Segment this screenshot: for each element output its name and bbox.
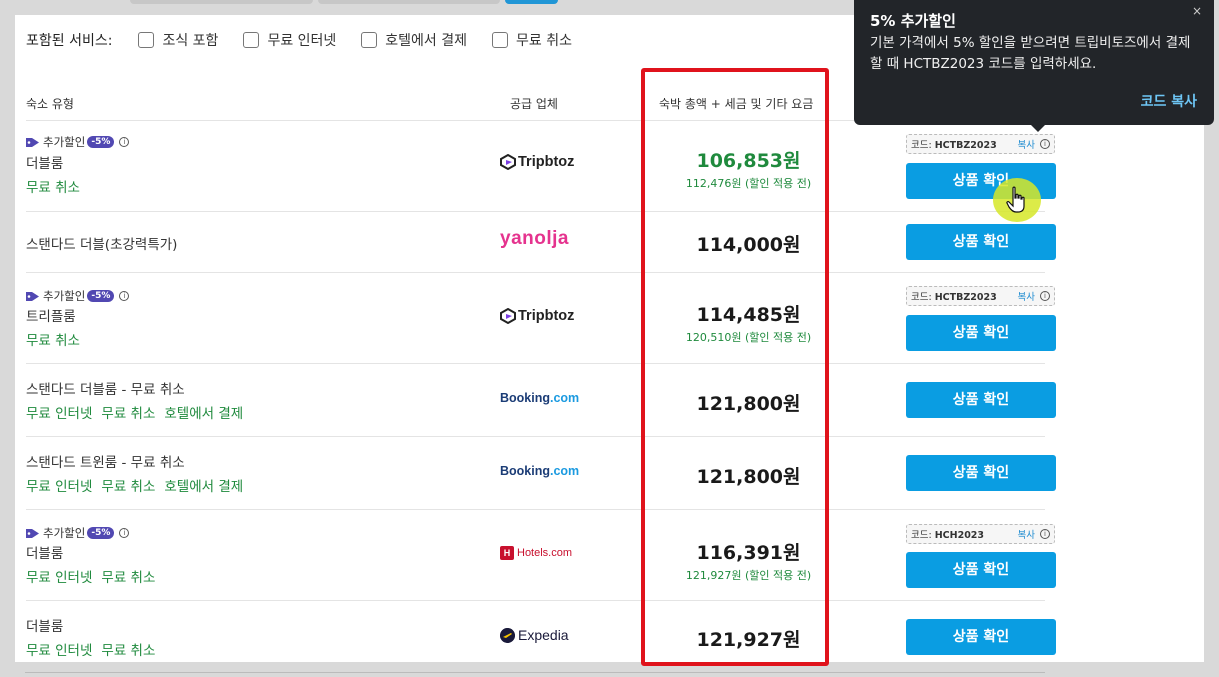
divider (25, 672, 1045, 673)
top-tab-1[interactable] (130, 0, 313, 4)
table-row: 추가할인 -5% i 더블룸 무료 취소 Tripbtoz 106,853원 1… (26, 121, 1056, 212)
price-cell: 106,853원 112,476원 (할인 적용 전) (656, 146, 841, 191)
room-name: 스탠다드 더블룸 - 무료 취소 (26, 382, 185, 398)
table-row: 추가할인 -5% i 더블룸 무료 인터넷 무료 취소 H Hotels.com … (26, 510, 1056, 601)
checkbox-icon[interactable] (492, 32, 509, 48)
discounted-price: 106,853원 (696, 150, 801, 172)
hand-cursor-icon (1006, 186, 1025, 213)
filter-free-cancel[interactable]: 무료 취소 (492, 30, 572, 50)
table-row: 스탠다드 더블룸 - 무료 취소 무료 인터넷 무료 취소 호텔에서 결제 Book… (26, 364, 1056, 437)
copy-code-button[interactable]: 코드 복사 (1141, 91, 1197, 111)
supplier-logo-tripbtoz: Tripbtoz (500, 308, 610, 324)
original-price: 120,510원 (할인 적용 전) (685, 331, 812, 344)
info-icon[interactable]: i (1040, 291, 1050, 301)
copy-code-link[interactable]: 복사 (1018, 289, 1035, 303)
price: 121,927원 (696, 629, 801, 651)
discount-tag: 추가할인 -5% i (26, 525, 130, 541)
info-icon[interactable]: i (119, 137, 130, 147)
room-name: 더블룸 (26, 546, 64, 562)
room-name: 더블룸 (26, 619, 64, 635)
checkbox-icon[interactable] (243, 32, 260, 48)
table-row: 추가할인 -5% i 트리플룸 무료 취소 Tripbtoz 114,485원 … (26, 273, 1056, 364)
price-tag-icon (26, 528, 39, 538)
price-cell: 121,800원 (656, 389, 841, 416)
tooltip-arrow (1030, 124, 1046, 132)
price-cell: 114,485원 120,510원 (할인 적용 전) (656, 300, 841, 345)
table-row: 더블룸 무료 인터넷 무료 취소 Expedia 121,927원 상품 확인 (26, 601, 1056, 662)
filter-breakfast[interactable]: 조식 포함 (138, 30, 218, 50)
header-price: 숙박 총액 + 세금 및 기타 요금 (659, 97, 814, 111)
supplier-logo-hotels: H Hotels.com (500, 546, 610, 560)
room-name: 트리플룸 (26, 309, 76, 325)
price: 121,800원 (696, 393, 801, 415)
info-icon[interactable]: i (1040, 529, 1050, 539)
room-name: 스탠다드 트윈룸 - 무료 취소 (26, 455, 185, 471)
filter-free-internet[interactable]: 무료 인터넷 (243, 30, 336, 50)
room-features: 무료 인터넷 무료 취소 호텔에서 결제 (26, 479, 244, 495)
price-cell: 116,391원 121,927원 (할인 적용 전) (656, 538, 841, 583)
original-price: 112,476원 (할인 적용 전) (685, 177, 812, 190)
filter-pay-at-hotel[interactable]: 호텔에서 결제 (361, 30, 467, 50)
top-tab-3[interactable] (505, 0, 558, 4)
supplier-logo-tripbtoz: Tripbtoz (500, 154, 610, 170)
original-price: 121,927원 (할인 적용 전) (685, 569, 812, 582)
view-offer-button[interactable]: 상품 확인 (906, 455, 1056, 491)
view-offer-button[interactable]: 상품 확인 (906, 552, 1056, 588)
room-features: 무료 인터넷 무료 취소 (26, 643, 156, 659)
info-icon[interactable]: i (119, 291, 130, 301)
expedia-logo-icon (500, 627, 515, 643)
supplier-logo-yanolja: yanolja (500, 228, 569, 249)
discount-badge: -5% (87, 527, 115, 539)
info-icon[interactable]: i (1040, 139, 1050, 149)
supplier-logo-booking: Booking.com (500, 464, 580, 478)
price-cell: 121,800원 (656, 462, 841, 489)
discounted-price: 114,485원 (696, 304, 801, 326)
tripbtoz-logo-icon (500, 154, 516, 170)
close-icon[interactable]: × (1192, 4, 1202, 18)
copy-code-link[interactable]: 복사 (1018, 527, 1035, 541)
view-offer-button[interactable]: 상품 확인 (906, 619, 1056, 655)
room-features: 무료 인터넷 무료 취소 호텔에서 결제 (26, 406, 244, 422)
top-tab-2[interactable] (318, 0, 500, 4)
discount-tooltip: 5% 추가할인 × 기본 가격에서 5% 할인을 받으려면 트립비토즈에서 결제… (854, 0, 1214, 132)
room-features: 무료 취소 (26, 180, 80, 196)
discount-tag: 추가할인 -5% i (26, 288, 130, 304)
price: 121,800원 (696, 466, 801, 488)
hotels-logo-icon: H (500, 546, 514, 560)
view-offer-button[interactable]: 상품 확인 (906, 224, 1056, 260)
view-offer-button[interactable]: 상품 확인 (906, 382, 1056, 418)
coupon-code: 코드: HCTBZ2023 복사 i (906, 134, 1055, 154)
table-row: 스탠다드 트윈룸 - 무료 취소 무료 인터넷 무료 취소 호텔에서 결제 Book… (26, 437, 1056, 510)
price-cell: 114,000원 (656, 230, 841, 257)
header-supplier: 공급 업체 (510, 97, 558, 111)
price: 114,000원 (696, 234, 801, 256)
table-row: 스탠다드 더블(초강력특가) yanolja 114,000원 상품 확인 (26, 212, 1056, 273)
filters-label: 포함된 서비스: (26, 33, 113, 49)
service-filters: 포함된 서비스: 조식 포함 무료 인터넷 호텔에서 결제 무료 취소 (26, 30, 597, 50)
tooltip-title: 5% 추가할인 (870, 12, 956, 30)
coupon-code: 코드: HCH2023 복사 i (906, 524, 1055, 544)
copy-code-link[interactable]: 복사 (1018, 137, 1035, 151)
supplier-logo-booking: Booking.com (500, 391, 580, 405)
price-tag-icon (26, 291, 39, 301)
price-cell: 121,927원 (656, 625, 841, 652)
checkbox-icon[interactable] (138, 32, 155, 48)
supplier-logo-expedia: Expedia (500, 627, 610, 643)
discount-badge: -5% (87, 136, 115, 148)
view-offer-button[interactable]: 상품 확인 (906, 315, 1056, 351)
room-features: 무료 인터넷 무료 취소 (26, 570, 156, 586)
tripbtoz-logo-icon (500, 308, 516, 324)
info-icon[interactable]: i (119, 528, 130, 538)
discount-badge: -5% (87, 290, 115, 302)
coupon-code: 코드: HCTBZ2023 복사 i (906, 286, 1055, 306)
room-name: 스탠다드 더블(초강력특가) (26, 237, 178, 253)
header-room-type: 숙소 유형 (26, 97, 74, 111)
discounted-price: 116,391원 (696, 542, 801, 564)
price-tag-icon (26, 137, 39, 147)
tooltip-body: 기본 가격에서 5% 할인을 받으려면 트립비토즈에서 결제할 때 HCTBZ2… (870, 35, 1191, 72)
room-features: 무료 취소 (26, 333, 80, 349)
room-name: 더블룸 (26, 156, 64, 172)
checkbox-icon[interactable] (361, 32, 378, 48)
discount-tag: 추가할인 -5% i (26, 134, 130, 150)
